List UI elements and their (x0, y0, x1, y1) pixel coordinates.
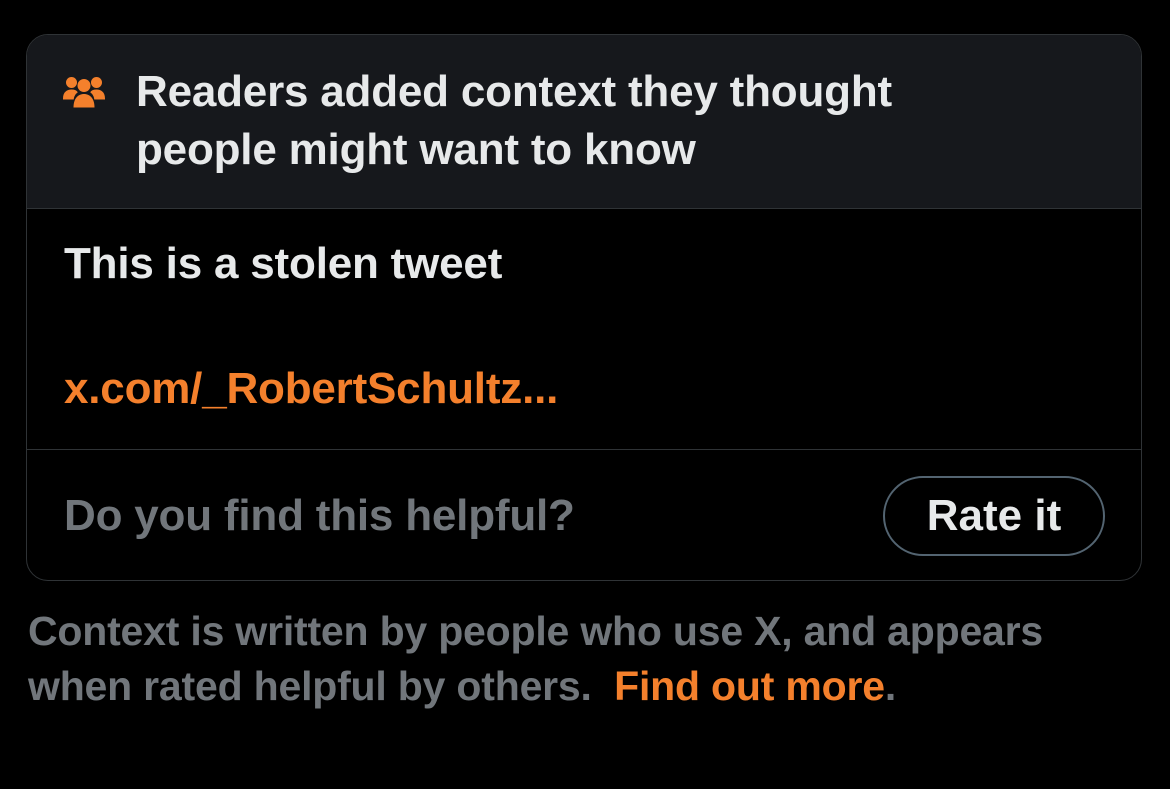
community-note-card: Readers added context they thought peopl… (26, 34, 1142, 581)
note-header: Readers added context they thought peopl… (27, 35, 1141, 209)
rating-row: Do you find this helpful? Rate it (27, 450, 1141, 580)
footer-trailing-period: . (884, 663, 897, 709)
note-text: This is a stolen tweet (64, 239, 503, 288)
find-out-more-link[interactable]: Find out more (614, 663, 885, 709)
people-group-icon (63, 77, 105, 108)
rate-it-button[interactable]: Rate it (883, 476, 1105, 556)
source-link[interactable]: x.com/_RobertSchultz... (64, 360, 558, 418)
note-header-text: Readers added context they thought peopl… (136, 67, 892, 174)
helpful-question: Do you find this helpful? (64, 491, 575, 540)
footer-disclaimer: Context is written by people who use X, … (28, 604, 1108, 714)
note-body: This is a stolen tweet x.com/_RobertSchu… (27, 209, 1141, 450)
